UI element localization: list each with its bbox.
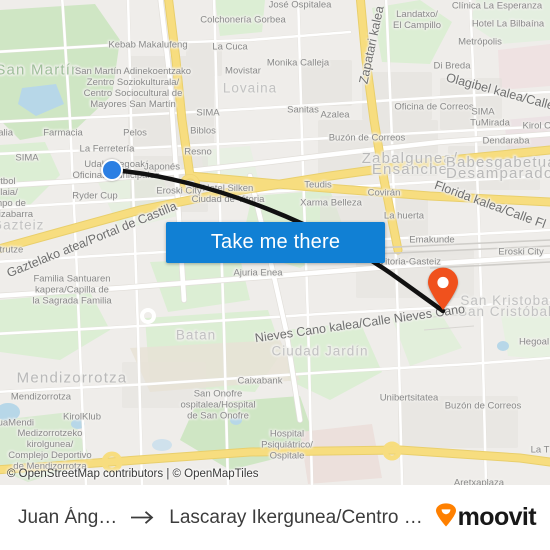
- moovit-wordmark: moovit: [457, 503, 537, 531]
- map-attribution[interactable]: © OpenStreetMap contributors | © OpenMap…: [7, 468, 259, 480]
- moovit-map-screen: .rd { stroke:#ffffff; stroke-linecap:rou…: [0, 0, 550, 550]
- bottom-bar: Juan Áng… Lascaray Ikergunea/Centro De I…: [0, 485, 550, 550]
- trip-destination-label: Lascaray Ikergunea/Centro De Investi…: [169, 506, 424, 528]
- moovit-pin-icon: [435, 503, 457, 532]
- arrow-right-icon: [130, 510, 156, 525]
- map-canvas[interactable]: .rd { stroke:#ffffff; stroke-linecap:rou…: [0, 0, 550, 485]
- destination-marker[interactable]: [426, 267, 460, 311]
- take-me-there-button[interactable]: Take me there: [166, 222, 385, 263]
- trip-origin-label: Juan Áng…: [18, 506, 118, 528]
- trip-summary[interactable]: Juan Áng… Lascaray Ikergunea/Centro De I…: [18, 507, 425, 529]
- moovit-logo[interactable]: moovit: [435, 503, 537, 532]
- origin-marker[interactable]: [101, 159, 123, 181]
